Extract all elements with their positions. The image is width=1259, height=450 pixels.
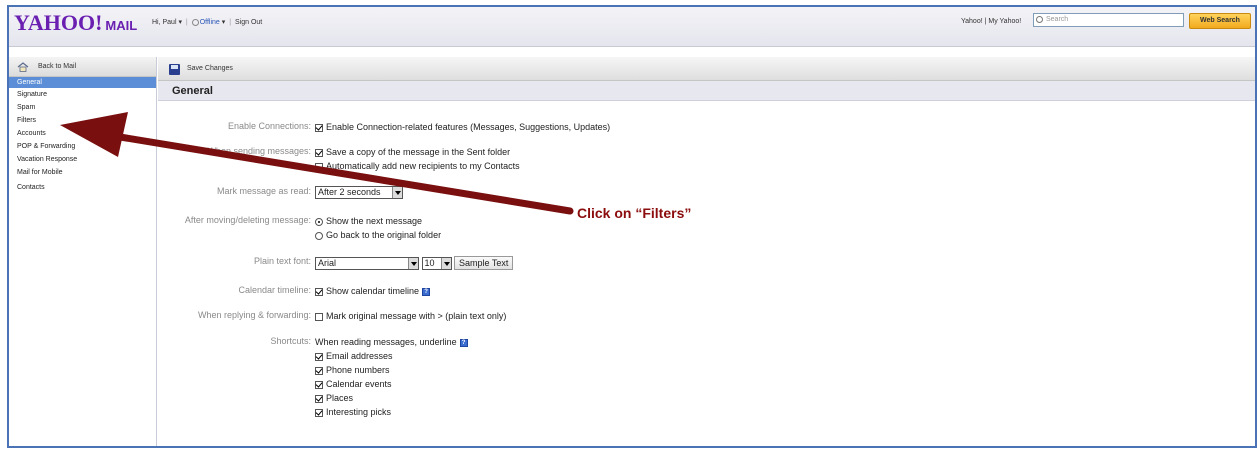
sidebar-item-filters[interactable]: Filters [9,114,156,127]
back-to-mail-button[interactable]: Back to Mail [9,57,156,77]
shortcut-email-checkbox[interactable] [315,352,323,361]
sidebar-item-spam[interactable]: Spam [9,101,156,114]
sign-out-link[interactable]: Sign Out [235,19,262,26]
logo-mail-text: MAIL [105,18,138,33]
status-icon [191,18,199,26]
mark-original-text: Mark original message with > (plain text… [326,311,507,321]
calendar-checkbox[interactable] [315,287,323,296]
label-after-move: After moving/deleting message: [184,215,311,225]
sidebar-item-vacation-response[interactable]: Vacation Response [9,153,156,166]
shortcut-places-text: Places [326,393,354,403]
shortcut-calendar-checkbox[interactable] [315,380,323,389]
shortcut-calendar-text: Calendar events [326,379,392,389]
sidebar-item-contacts[interactable]: Contacts [9,181,156,194]
enable-connections-checkbox[interactable] [315,123,323,132]
sample-text-button[interactable]: Sample Text [454,256,514,270]
sidebar-item-pop-forwarding[interactable]: POP & Forwarding [9,140,156,153]
show-next-radio[interactable] [315,217,323,226]
shortcut-picks-checkbox[interactable] [315,408,323,417]
greeting-menu[interactable]: Hi, Paul [152,19,177,26]
font-family-select[interactable]: Arial [315,256,419,270]
label-sending: When sending messages: [207,146,311,156]
auto-add-checkbox[interactable] [315,162,323,171]
top-bar: YAHOO! MAIL Hi, Paul ▾ | Offline ▾ | Sign… [9,7,1255,47]
search-placeholder: Search [1046,16,1069,23]
label-enable-connections: Enable Connections: [227,121,311,131]
back-to-mail-label: Back to Mail [38,63,77,70]
sidebar-item-mail-for-mobile[interactable]: Mail for Mobile [9,166,156,179]
sidebar-item-general[interactable]: General [9,77,156,88]
label-mark-read: Mark message as read: [216,186,311,196]
shortcut-email-text: Email addresses [326,351,393,361]
calendar-text: Show calendar timeline [326,286,420,296]
browser-frame: YAHOO! MAIL Hi, Paul ▾ | Offline ▾ | Sign… [7,5,1257,448]
sidebar-item-signature[interactable]: Signature [9,88,156,101]
label-replying: When replying & forwarding: [197,310,311,320]
logo-text: YAHOO! [14,10,103,35]
mark-read-value: After 2 seconds [318,187,381,198]
section-title: General [158,81,1255,101]
search-input[interactable]: Search [1033,13,1184,27]
go-back-radio[interactable] [315,231,323,240]
search-icon [1036,16,1043,23]
settings-toolbar: Save Changes [158,57,1255,81]
label-calendar: Calendar timeline: [238,285,311,295]
font-size-value: 10 [424,257,435,268]
help-icon[interactable]: ? [459,338,468,347]
yahoo-mail-logo[interactable]: YAHOO! MAIL [14,10,137,36]
auto-add-text: Automatically add new recipients to my C… [326,161,520,171]
save-changes-button[interactable]: Save Changes [187,65,233,72]
chevron-down-icon [408,257,418,269]
shortcut-phone-text: Phone numbers [326,365,390,375]
settings-main: Save Changes General Enable Connections:… [158,57,1255,446]
shortcut-phone-checkbox[interactable] [315,366,323,375]
shortcut-picks-text: Interesting picks [326,407,392,417]
annotation-text: Click on “Filters” [577,205,692,221]
show-next-text: Show the next message [326,216,423,226]
chevron-down-icon [440,257,451,269]
enable-connections-text: Enable Connection-related features (Mess… [326,122,611,132]
options-nav: General Signature Spam Filters Accounts … [9,77,156,194]
shortcut-places-checkbox[interactable] [315,394,323,403]
web-search-button[interactable]: Web Search [1189,13,1251,29]
options-sidebar: Back to Mail General Signature Spam Filt… [9,57,157,446]
font-size-select[interactable]: 10 [421,256,452,270]
home-icon [17,62,29,72]
chevron-down-icon [392,187,402,199]
save-copy-checkbox[interactable] [315,148,323,157]
mark-original-checkbox[interactable] [315,312,323,321]
label-shortcuts: Shortcuts: [270,336,311,346]
user-info: Hi, Paul ▾ | Offline ▾ | Sign Out [152,18,263,26]
shortcuts-intro: When reading messages, underline [315,337,457,347]
help-icon[interactable]: ? [422,287,431,296]
sidebar-item-accounts[interactable]: Accounts [9,127,156,140]
save-copy-text: Save a copy of the message in the Sent f… [326,147,511,157]
status-menu[interactable]: Offline [200,19,220,26]
mark-read-select[interactable]: After 2 seconds [315,186,403,200]
label-font: Plain text font: [253,256,311,266]
font-family-value: Arial [318,257,337,268]
yahoo-links[interactable]: Yahoo! | My Yahoo! [961,18,1021,25]
save-icon [169,64,180,75]
go-back-text: Go back to the original folder [326,230,442,240]
